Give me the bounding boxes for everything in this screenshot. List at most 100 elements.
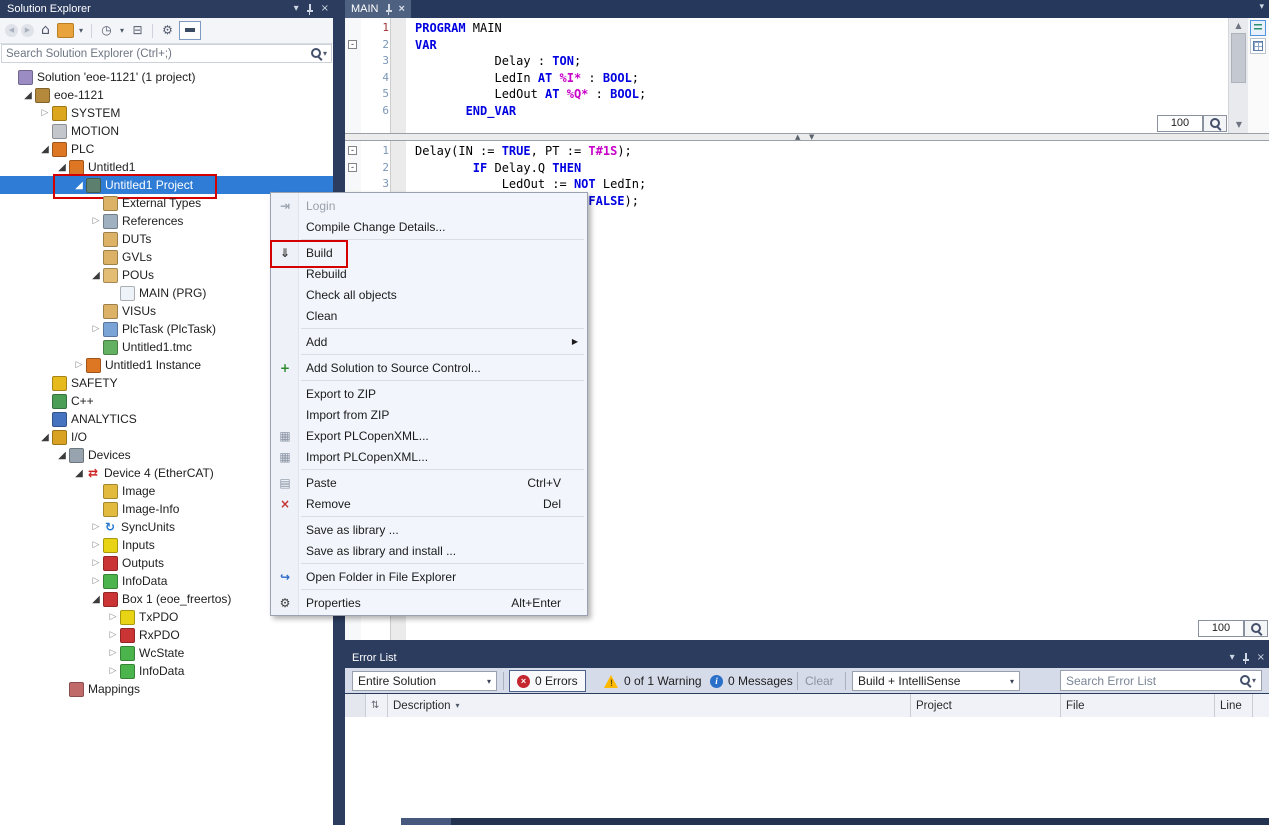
back-icon[interactable]: ◀ [5, 24, 18, 37]
home-icon[interactable]: ⌂ [37, 22, 54, 39]
chevron-down-icon[interactable]: ▾ [323, 49, 327, 58]
pin-icon[interactable] [1242, 653, 1250, 664]
editor-splitter[interactable]: ▲ ▼ [345, 133, 1269, 141]
tree-item[interactable]: ◢ Untitled1 [0, 158, 333, 176]
document-list-chevron-icon[interactable]: ▾ [1259, 2, 1264, 12]
expander-icon[interactable]: ▷ [106, 612, 120, 622]
panel-splitter-horizontal[interactable] [345, 640, 1269, 648]
chevron-down-icon[interactable]: ▾ [118, 22, 126, 39]
table-view-button[interactable] [1250, 38, 1266, 54]
zoom-magnifier-button[interactable] [1203, 115, 1227, 132]
zoom-magnifier-button[interactable] [1244, 620, 1268, 637]
tree-item[interactable]: ◢ PLC [0, 140, 333, 158]
scrollbar-thumb[interactable] [1231, 33, 1246, 83]
expander-icon[interactable]: ▷ [38, 108, 52, 118]
sync-with-active-document-icon[interactable] [57, 23, 74, 38]
expander-icon[interactable]: ▷ [106, 648, 120, 658]
properties-wrench-icon[interactable]: ⚙ [159, 22, 176, 39]
code-line[interactable]: 6 END_VAR [345, 103, 1225, 120]
fold-box-icon[interactable] [345, 70, 361, 87]
expander-icon[interactable]: ▷ [72, 360, 86, 370]
code-line[interactable]: 3 LedOut := NOT LedIn; [345, 176, 1265, 193]
tree-item[interactable]: Solution 'eoe-1121' (1 project) [0, 68, 333, 86]
menu-item[interactable]: Import from ZIP [271, 404, 587, 425]
expander-icon[interactable]: ◢ [72, 468, 86, 479]
tree-item[interactable]: ◢ eoe-1121 [0, 86, 333, 104]
fold-box-icon[interactable] [345, 176, 361, 193]
tree-item[interactable]: ▷ RxPDO [0, 626, 333, 644]
expander-icon[interactable]: ◢ [38, 144, 52, 155]
pending-changes-filter-icon[interactable]: ◷ [98, 22, 115, 39]
messages-filter-button[interactable]: i 0 Messages [703, 670, 800, 692]
expander-icon[interactable]: ◢ [72, 180, 86, 191]
fold-box-icon[interactable]: - [348, 146, 357, 155]
scrollbar-thumb[interactable] [401, 818, 451, 825]
fold-box-icon[interactable]: - [348, 40, 357, 49]
menu-item[interactable]: ▤ Paste Ctrl+V [271, 472, 587, 493]
column-header-project[interactable]: Project [911, 694, 1061, 717]
close-icon[interactable]: × [321, 0, 329, 18]
expander-icon[interactable]: ◢ [89, 594, 103, 605]
code-line[interactable]: 1 PROGRAM MAIN [345, 20, 1225, 37]
scrollbar-horizontal[interactable] [401, 818, 1269, 825]
column-header-file[interactable]: File [1061, 694, 1215, 717]
scroll-down-icon[interactable]: ▼ [1229, 120, 1249, 129]
tree-item[interactable]: ▷ WcState [0, 644, 333, 662]
expander-icon[interactable]: ◢ [55, 162, 69, 173]
menu-item[interactable]: Add ▶ [271, 331, 587, 352]
menu-item[interactable]: ▦ Export PLCopenXML... [271, 425, 587, 446]
solution-explorer-search-input[interactable]: Search Solution Explorer (Ctrl+;) ▾ [1, 44, 332, 63]
editor-zoom-input[interactable]: 100 [1157, 115, 1203, 132]
code-line[interactable]: - 2 VAR [345, 37, 1225, 54]
tree-item[interactable]: MOTION [0, 122, 333, 140]
splitter-up-icon[interactable]: ▲ [795, 133, 800, 141]
expander-icon[interactable]: ▷ [89, 324, 103, 334]
menu-item[interactable]: Compile Change Details... [271, 216, 587, 237]
tree-item[interactable]: Mappings [0, 680, 333, 698]
menu-item[interactable]: Check all objects [271, 284, 587, 305]
expander-icon[interactable]: ▷ [89, 216, 103, 226]
editor-zoom-input[interactable]: 100 [1198, 620, 1244, 637]
errors-filter-button[interactable]: × 0 Errors [509, 670, 586, 692]
menu-item[interactable]: ↪ Open Folder in File Explorer [271, 566, 587, 587]
menu-item[interactable]: Clean [271, 305, 587, 326]
clear-button[interactable]: Clear [805, 674, 834, 688]
warnings-filter-button[interactable]: ! 0 of 1 Warning [597, 670, 709, 692]
close-icon[interactable]: × [399, 3, 405, 15]
menu-item[interactable]: ▦ Import PLCopenXML... [271, 446, 587, 467]
code-line[interactable]: 5 LedOut AT %Q* : BOOL; [345, 86, 1225, 103]
fold-box-icon[interactable]: - [348, 163, 357, 172]
fold-box-icon[interactable] [345, 86, 361, 103]
tab-main[interactable]: MAIN × [345, 0, 411, 18]
menu-item[interactable]: × Remove Del [271, 493, 587, 514]
fold-box-icon[interactable] [345, 20, 361, 37]
error-list-search-input[interactable]: Search Error List ▾ [1060, 670, 1262, 691]
close-icon[interactable]: × [1257, 648, 1265, 668]
expander-icon[interactable]: ◢ [21, 90, 35, 101]
error-list-content[interactable] [345, 717, 1269, 818]
splitter-down-icon[interactable]: ▼ [809, 133, 814, 141]
tree-item[interactable]: ▷ InfoData [0, 662, 333, 680]
code-line[interactable]: 4 LedIn AT %I* : BOOL; [345, 70, 1225, 87]
expander-icon[interactable]: ◢ [38, 432, 52, 443]
code-line[interactable]: - 2 IF Delay.Q THEN [345, 160, 1265, 177]
code-line[interactable]: - 1 Delay(IN := TRUE, PT := T#1S); [345, 143, 1265, 160]
menu-item[interactable]: Rebuild [271, 263, 587, 284]
menu-item[interactable]: ⚙ Properties Alt+Enter [271, 592, 587, 613]
scrollbar-vertical[interactable]: ▲ ▼ [1228, 18, 1248, 133]
declaration-editor[interactable]: 1 PROGRAM MAIN - 2 VAR 3 Delay : TO [345, 18, 1269, 133]
expander-icon[interactable]: ▷ [89, 558, 103, 568]
expander-icon[interactable]: ▷ [89, 522, 103, 532]
expander-icon[interactable]: ◢ [55, 450, 69, 461]
pin-icon[interactable] [385, 4, 393, 15]
search-icon[interactable] [310, 47, 323, 60]
column-header-description[interactable]: Description ▾ [388, 694, 911, 717]
window-position-chevron-icon[interactable]: ▾ [294, 0, 299, 18]
menu-item[interactable]: Save as library ... [271, 519, 587, 540]
fold-box-icon[interactable] [345, 103, 361, 120]
expander-icon[interactable]: ▷ [89, 576, 103, 586]
preview-selected-items-toggle[interactable] [179, 21, 201, 40]
menu-item[interactable]: Save as library and install ... [271, 540, 587, 561]
expander-icon[interactable]: ▷ [106, 630, 120, 640]
expander-icon[interactable]: ▷ [106, 666, 120, 676]
